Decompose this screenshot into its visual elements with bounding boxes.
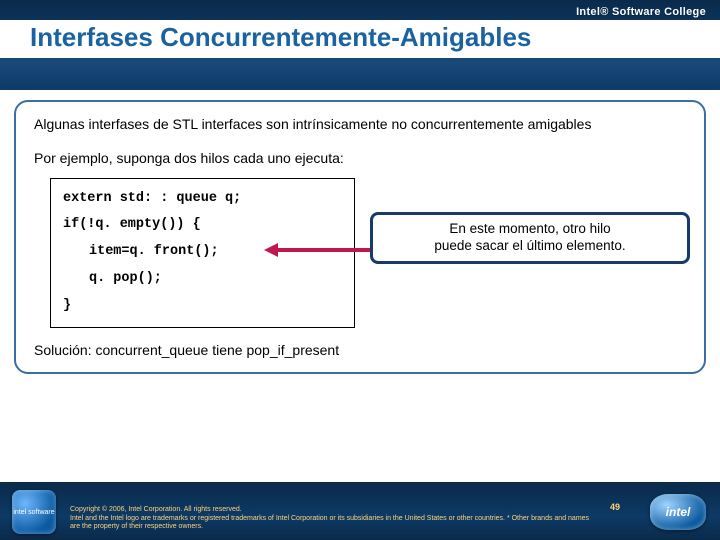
intel-logo: intel (650, 494, 706, 530)
code-line: } (63, 296, 342, 317)
footer-legal: Copyright © 2006, Intel Corporation. All… (70, 506, 600, 532)
solution-label: Solución: (34, 342, 92, 358)
callout-line: En este momento, otro hilo (449, 221, 610, 236)
slide-title: Interfases Concurrentemente-Amigables (26, 20, 535, 57)
solution-line: Solución: concurrent_queue tiene pop_if_… (34, 342, 686, 358)
content-frame: Algunas interfases de STL interfaces son… (14, 100, 706, 374)
code-line: if(!q. empty()) { (63, 215, 342, 236)
slide-footer: intel software Copyright © 2006, Intel C… (0, 482, 720, 540)
logo-left-text: intel software (13, 509, 54, 516)
logo-right-text: intel (666, 505, 691, 519)
callout-line: puede sacar el último elemento. (434, 238, 625, 253)
code-line: q. pop(); (63, 269, 342, 290)
intel-software-logo: intel software (12, 490, 56, 534)
brand-label: Intel® Software College (576, 6, 706, 18)
page-number: 49 (610, 502, 620, 512)
paragraph-example: Por ejemplo, suponga dos hilos cada uno … (34, 150, 686, 166)
callout-box: En este momento, otro hilo puede sacar e… (370, 212, 690, 264)
legal-line: Intel and the Intel logo are trademarks … (70, 515, 589, 531)
solution-text: concurrent_queue tiene pop_if_present (95, 342, 339, 358)
paragraph-intro: Algunas interfases de STL interfaces son… (34, 116, 686, 134)
slide-header: Intel® Software College Interfases Concu… (0, 0, 720, 90)
copyright-line: Copyright © 2006, Intel Corporation. All… (70, 506, 242, 513)
code-line: extern std: : queue q; (63, 189, 342, 210)
callout-wrap: En este momento, otro hilo puede sacar e… (370, 212, 690, 264)
